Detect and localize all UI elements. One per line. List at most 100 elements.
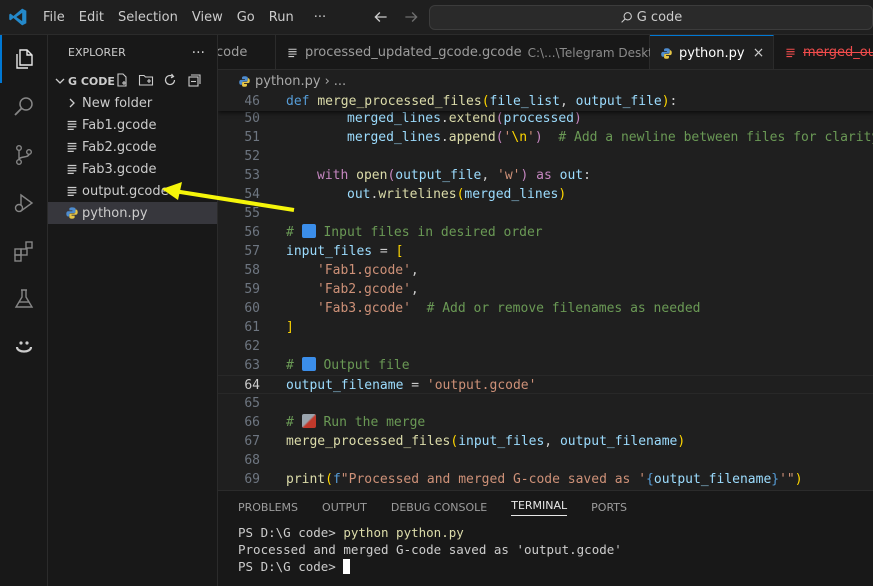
- python-icon: [660, 47, 673, 60]
- file-lines-icon: [64, 117, 80, 133]
- tab-label: merged_out: [803, 45, 873, 60]
- code-line: 66 # Run the merge: [218, 413, 873, 432]
- menu-view[interactable]: View: [185, 0, 230, 35]
- tree-item-fab3[interactable]: Fab3.gcode: [48, 158, 217, 180]
- source-control-icon[interactable]: [0, 131, 48, 179]
- tab-label: python.py: [679, 45, 745, 61]
- explorer-icon[interactable]: [0, 35, 48, 83]
- line-number: 57: [244, 244, 260, 259]
- file-lines-icon: [286, 46, 299, 59]
- code-text: merged_lines.append('\n') # Add a newlin…: [347, 130, 873, 145]
- tab-description: C:\...\Telegram Desktop: [527, 45, 668, 60]
- tab-python-py[interactable]: python.py ×: [650, 35, 774, 69]
- terminal-line-command: PS D:\G code> python python.py: [238, 524, 873, 541]
- code-line: 54 out.writelines(merged_lines): [218, 185, 873, 204]
- menu-file[interactable]: File: [36, 0, 72, 35]
- tab-processed-updated-gcode[interactable]: processed_updated_gcode.gcode C:\...\Tel…: [276, 35, 668, 69]
- code-line: 62: [218, 337, 873, 356]
- explorer-more-button[interactable]: ···: [192, 45, 205, 61]
- menu-run[interactable]: Run: [262, 0, 301, 35]
- code-line: 65: [218, 394, 873, 413]
- search-text: G code: [636, 10, 683, 25]
- panel-tabs: PROBLEMS OUTPUT DEBUG CONSOLE TERMINAL P…: [218, 491, 873, 524]
- code-text: input_files = [: [286, 244, 404, 259]
- line-number: 63: [244, 358, 260, 373]
- testing-icon[interactable]: [0, 275, 48, 323]
- terminal-prompt: PS D:\G code>: [238, 525, 344, 540]
- terminal-command: python python.py: [343, 525, 464, 540]
- code-line: 60 'Fab3.gcode' # Add or remove filenames…: [218, 299, 873, 318]
- code-text: ]: [286, 320, 294, 335]
- code-line: 51 merged_lines.append('\n') # Add a newl…: [218, 128, 873, 147]
- tab-code[interactable]: code: [218, 35, 276, 69]
- run-debug-icon[interactable]: [0, 179, 48, 227]
- menu-go[interactable]: Go: [230, 0, 262, 35]
- explorer-sidebar: EXPLORER ··· G CODE New folder Fab1.gcod…: [48, 35, 218, 586]
- line-number: 52: [244, 149, 260, 164]
- chevron-right-icon: [64, 95, 80, 111]
- tab-output[interactable]: OUTPUT: [322, 501, 367, 514]
- code-line: 53 with open(output_file, 'w') as out:: [218, 166, 873, 185]
- line-number: 64: [244, 378, 260, 393]
- line-number: 59: [244, 282, 260, 297]
- code-text: # Input files in desired order: [286, 224, 543, 240]
- code-text: 'Fab1.gcode',: [317, 263, 419, 278]
- code-text: out.writelines(merged_lines): [347, 187, 567, 202]
- terminal[interactable]: PS D:\G code> python python.py Processed…: [218, 524, 873, 575]
- python-icon: [238, 75, 251, 88]
- chevron-down-icon: [55, 78, 65, 84]
- bottom-panel: PROBLEMS OUTPUT DEBUG CONSOLE TERMINAL P…: [218, 490, 873, 586]
- breadcrumb-file[interactable]: python.py: [255, 74, 321, 89]
- refresh-icon[interactable]: [162, 72, 178, 88]
- tab-debug-console[interactable]: DEBUG CONSOLE: [391, 501, 487, 514]
- code-line: 69 print(f"Processed and merged G-code sa…: [218, 470, 873, 489]
- search-icon[interactable]: [0, 83, 48, 131]
- explorer-header: EXPLORER ···: [48, 35, 217, 70]
- code-line: 63 # Output file: [218, 356, 873, 375]
- menu-more[interactable]: ···: [307, 0, 333, 35]
- tree-item-new-folder[interactable]: New folder: [48, 92, 217, 114]
- explorer-actions: [114, 72, 202, 88]
- explorer-title: EXPLORER: [68, 46, 126, 59]
- forward-arrow-icon[interactable]: [402, 8, 420, 26]
- code-text: merge_processed_files(input_files, outpu…: [286, 434, 686, 449]
- collapse-all-icon[interactable]: [186, 72, 202, 88]
- back-arrow-icon[interactable]: [372, 8, 390, 26]
- tree-item-output[interactable]: output.gcode: [48, 180, 217, 202]
- tree-item-label: python.py: [82, 205, 148, 221]
- breadcrumb-symbol[interactable]: ...: [334, 74, 346, 89]
- tab-terminal[interactable]: TERMINAL: [511, 499, 568, 516]
- tab-merged-output[interactable]: merged_out: [774, 35, 873, 69]
- new-file-icon[interactable]: [114, 72, 130, 88]
- tab-problems[interactable]: PROBLEMS: [238, 501, 298, 514]
- code-text: output_filename = 'output.gcode': [286, 378, 537, 393]
- line-number: 67: [244, 434, 260, 449]
- tree-item-fab2[interactable]: Fab2.gcode: [48, 136, 217, 158]
- line-number: 65: [244, 396, 260, 411]
- file-lines-icon: [64, 139, 80, 155]
- workspace-section-header[interactable]: G CODE: [48, 70, 217, 92]
- tree-item-label: New folder: [82, 95, 153, 111]
- command-center-search[interactable]: G code: [429, 5, 873, 30]
- extensions-icon[interactable]: [0, 227, 48, 275]
- menu-selection[interactable]: Selection: [111, 0, 185, 35]
- code-editor[interactable]: 46 def merge_processed_files(file_list, o…: [218, 92, 873, 490]
- code-line-sticky: 46 def merge_processed_files(file_list, o…: [218, 92, 873, 111]
- close-icon[interactable]: ×: [753, 45, 765, 61]
- file-lines-icon: [64, 183, 80, 199]
- file-lines-icon: [784, 46, 797, 59]
- tree-item-python[interactable]: python.py: [48, 202, 217, 224]
- navigation-arrows: [372, 8, 420, 26]
- line-number: 54: [244, 187, 260, 202]
- line-number: 53: [244, 168, 260, 183]
- tab-ports[interactable]: PORTS: [591, 501, 627, 514]
- menu-edit[interactable]: Edit: [72, 0, 111, 35]
- line-number: 50: [244, 111, 260, 126]
- new-folder-icon[interactable]: [138, 72, 154, 88]
- tree-item-fab1[interactable]: Fab1.gcode: [48, 114, 217, 136]
- python-icon: [64, 205, 80, 221]
- line-number: 55: [244, 206, 260, 221]
- code-line: 55: [218, 204, 873, 223]
- copilot-icon[interactable]: [0, 323, 48, 371]
- terminal-output: Processed and merged G-code saved as 'ou…: [238, 542, 622, 557]
